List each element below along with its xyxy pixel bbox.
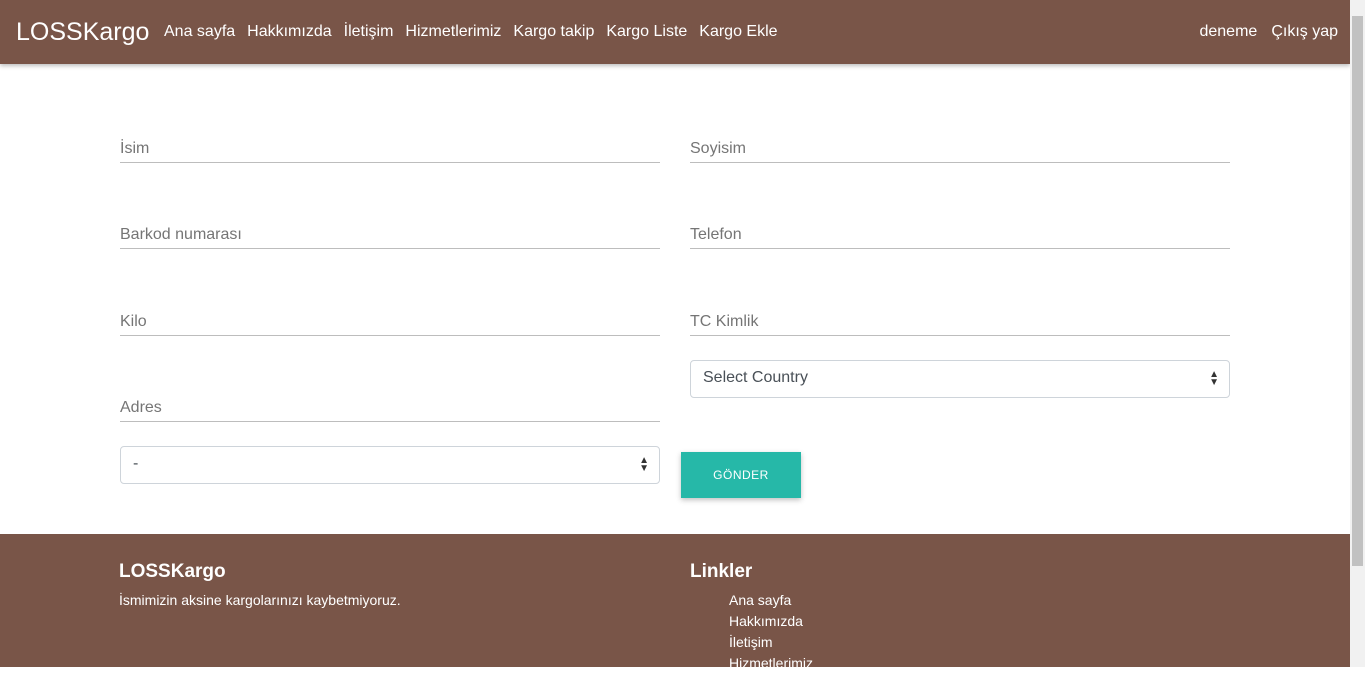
footer-link-hizmetlerimiz[interactable]: Hizmetlerimiz: [729, 653, 813, 674]
select-arrows-icon: ▲ ▼: [639, 455, 649, 474]
soyisim-label: Soyisim: [690, 140, 747, 157]
country-select[interactable]: Select Country ▲ ▼: [690, 360, 1230, 398]
soyisim-field[interactable]: Soyisim: [690, 134, 1230, 163]
nav-link-ana-sayfa[interactable]: Ana sayfa: [164, 23, 235, 40]
telefon-label: Telefon: [690, 226, 742, 243]
isim-label: İsim: [120, 140, 150, 157]
barkod-field[interactable]: Barkod numarası: [120, 220, 660, 249]
footer-link-hakkimizda[interactable]: Hakkımızda: [729, 611, 813, 632]
nav-link-hizmetlerimiz[interactable]: Hizmetlerimiz: [405, 23, 501, 40]
barkod-label: Barkod numarası: [120, 226, 242, 243]
telefon-field[interactable]: Telefon: [690, 220, 1230, 249]
footer-link-iletisim[interactable]: İletişim: [729, 632, 813, 653]
footer-link-ana-sayfa[interactable]: Ana sayfa: [729, 590, 813, 611]
kilo-field[interactable]: Kilo: [120, 307, 660, 336]
footer-links-list: Ana sayfa Hakkımızda İletişim Hizmetleri…: [729, 590, 813, 674]
tc-kimlik-field[interactable]: TC Kimlik: [690, 307, 1230, 336]
nav-user-area: deneme Çıkış yap: [1185, 20, 1338, 44]
nav-link-kargo-ekle[interactable]: Kargo Ekle: [699, 23, 777, 40]
nav-link-hakkimizda[interactable]: Hakkımızda: [247, 23, 331, 40]
top-navbar: LOSSKargo Ana sayfa Hakkımızda İletişim Hiz…: [0, 0, 1350, 64]
footer-brand: LOSSKargo: [119, 561, 226, 582]
logout-link[interactable]: Çıkış yap: [1271, 23, 1338, 40]
select-arrows-icon: ▲ ▼: [1209, 369, 1219, 388]
tc-kimlik-label: TC Kimlik: [690, 313, 759, 330]
nav-link-kargo-liste[interactable]: Kargo Liste: [606, 23, 687, 40]
adres-field[interactable]: Adres: [120, 393, 660, 422]
footer-links-title: Linkler: [690, 561, 753, 582]
submit-button[interactable]: GÖNDER: [681, 452, 801, 498]
city-select-value: -: [133, 455, 139, 472]
city-select[interactable]: - ▲ ▼: [120, 446, 660, 484]
nav-link-iletisim[interactable]: İletişim: [344, 23, 394, 40]
footer-slogan: İsmimizin aksine kargolarınızı kaybetmiy…: [119, 592, 401, 608]
country-select-value: Select Country: [703, 369, 808, 386]
user-name-link[interactable]: deneme: [1199, 23, 1257, 40]
nav-links: Ana sayfa Hakkımızda İletişim Hizmetlerimiz…: [158, 20, 784, 44]
isim-field[interactable]: İsim: [120, 134, 660, 163]
page-scrollbar[interactable]: [1350, 0, 1365, 667]
footer: LOSSKargo İsmimizin aksine kargolarınızı…: [0, 534, 1350, 671]
adres-label: Adres: [120, 399, 162, 416]
kilo-label: Kilo: [120, 313, 147, 330]
nav-link-kargo-takip[interactable]: Kargo takip: [513, 23, 594, 40]
scrollbar-thumb[interactable]: [1352, 16, 1363, 566]
brand-logo[interactable]: LOSSKargo: [16, 14, 149, 50]
